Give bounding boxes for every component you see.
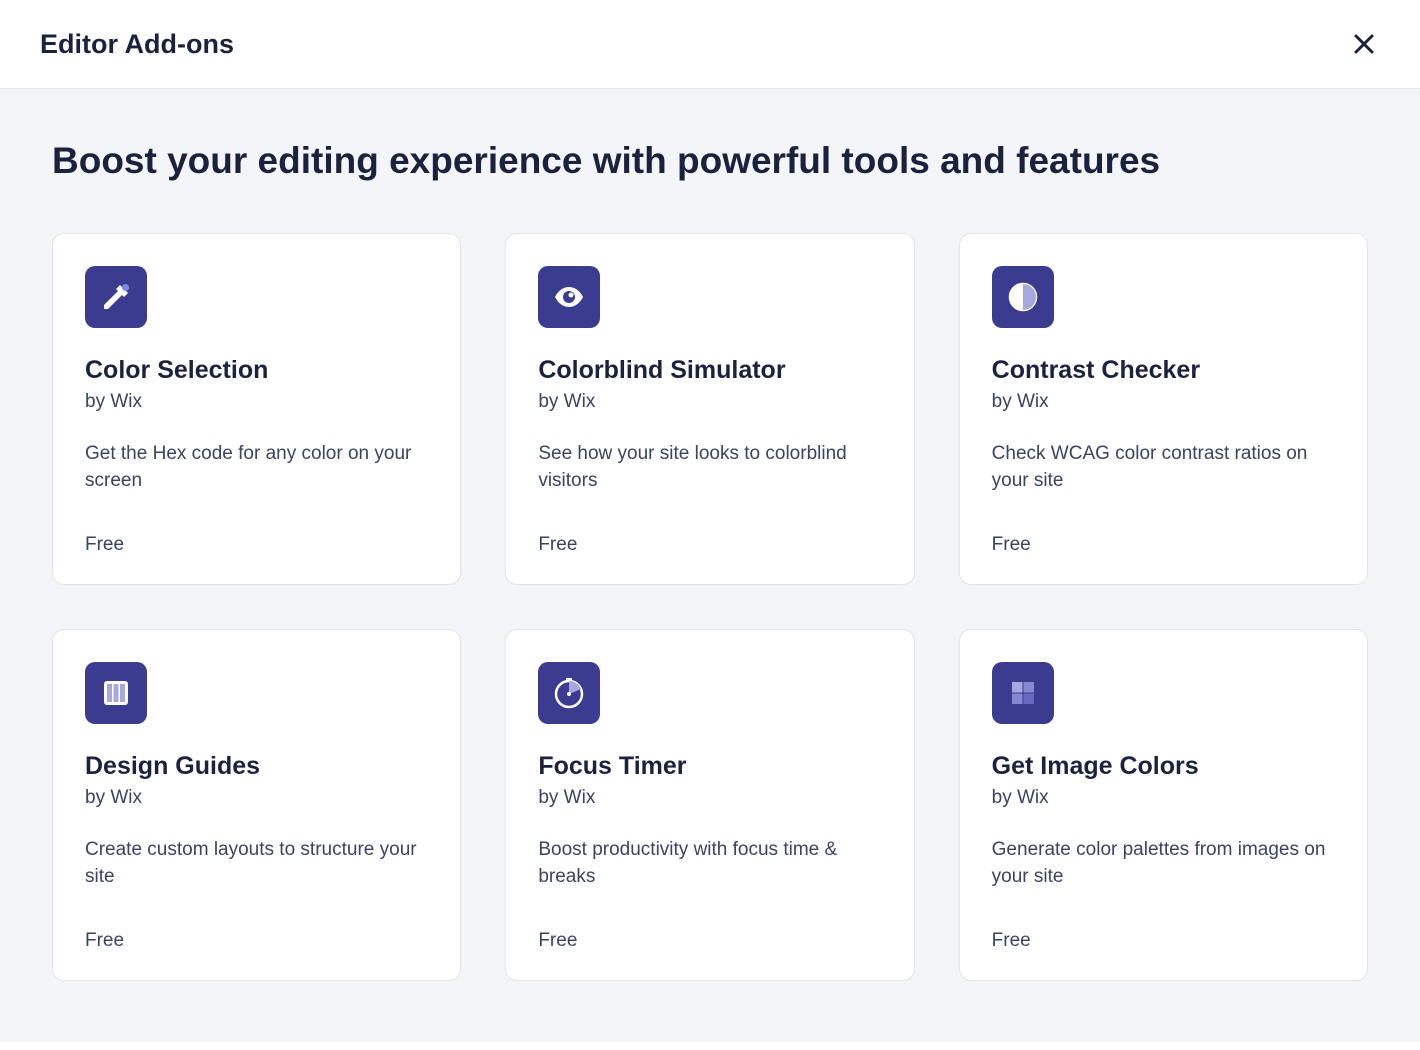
modal-title: Editor Add-ons [40,29,234,60]
addon-price: Free [992,930,1335,952]
addon-author: by Wix [992,787,1335,809]
addon-price: Free [992,534,1335,556]
addon-description: Check WCAG color contrast ratios on your… [992,441,1335,510]
addon-card-color-selection[interactable]: Color Selection by Wix Get the Hex code … [52,233,461,585]
addon-price: Free [85,930,428,952]
addon-title: Colorblind Simulator [538,356,881,385]
addon-title: Color Selection [85,356,428,385]
addon-description: See how your site looks to colorblind vi… [538,441,881,510]
timer-icon [538,662,600,724]
modal-content: Boost your editing experience with power… [0,89,1420,1042]
addon-card-get-image-colors[interactable]: Get Image Colors by Wix Generate color p… [959,629,1368,981]
addon-title: Get Image Colors [992,752,1335,781]
addon-author: by Wix [538,787,881,809]
addon-author: by Wix [992,391,1335,413]
addon-description: Create custom layouts to structure your … [85,837,428,906]
close-icon [1352,32,1376,56]
addon-card-design-guides[interactable]: Design Guides by Wix Create custom layou… [52,629,461,981]
addon-title: Focus Timer [538,752,881,781]
addon-description: Boost productivity with focus time & bre… [538,837,881,906]
addon-description: Generate color palettes from images on y… [992,837,1335,906]
addon-author: by Wix [85,391,428,413]
addon-author: by Wix [85,787,428,809]
addon-price: Free [538,930,881,952]
addon-card-contrast-checker[interactable]: Contrast Checker by Wix Check WCAG color… [959,233,1368,585]
columns-icon [85,662,147,724]
addon-card-colorblind-simulator[interactable]: Colorblind Simulator by Wix See how your… [505,233,914,585]
contrast-icon [992,266,1054,328]
addon-grid: Color Selection by Wix Get the Hex code … [52,233,1368,981]
addon-price: Free [85,534,428,556]
addon-title: Contrast Checker [992,356,1335,385]
addon-title: Design Guides [85,752,428,781]
page-headline: Boost your editing experience with power… [52,137,1368,185]
close-button[interactable] [1348,28,1380,60]
eyedropper-icon [85,266,147,328]
palette-icon [992,662,1054,724]
addon-author: by Wix [538,391,881,413]
modal-header: Editor Add-ons [0,0,1420,89]
addon-card-focus-timer[interactable]: Focus Timer by Wix Boost productivity wi… [505,629,914,981]
addon-price: Free [538,534,881,556]
eye-icon [538,266,600,328]
addon-description: Get the Hex code for any color on your s… [85,441,428,510]
